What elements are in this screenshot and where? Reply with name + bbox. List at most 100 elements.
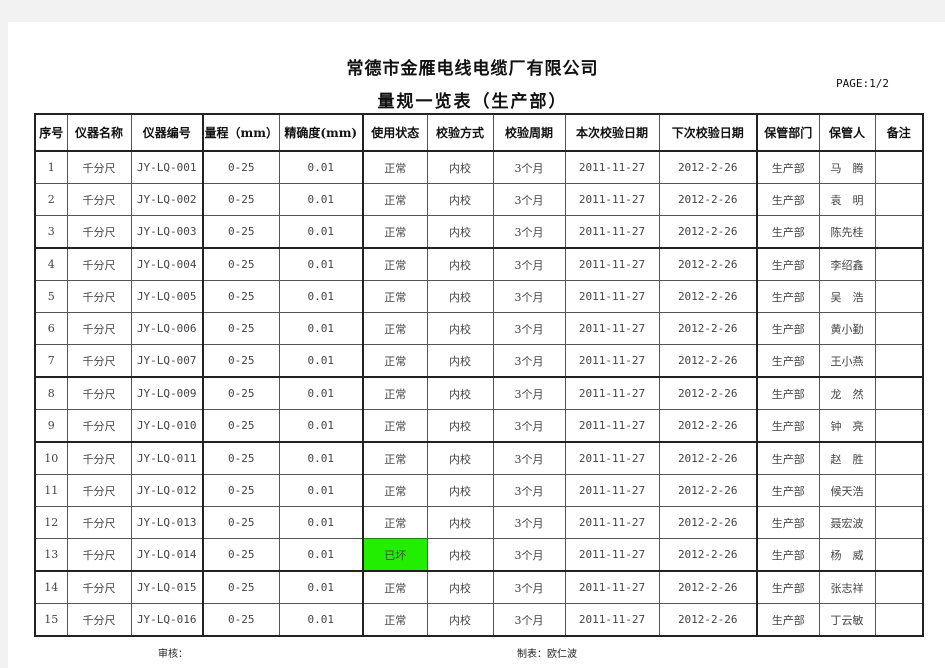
cell-keeper: 赵 胜 [818, 441, 876, 475]
cell-dept: 生产部 [756, 441, 820, 475]
cell-dept: 生产部 [756, 150, 820, 184]
cell-this-date: 2011-11-27 [564, 312, 660, 345]
cell-keeper: 钟 亮 [818, 409, 876, 443]
cell-this-date: 2011-11-27 [564, 570, 660, 604]
cell-cycle: 3个月 [492, 150, 566, 184]
cell-dept: 生产部 [756, 183, 820, 216]
cell-status: 正常 [362, 441, 428, 475]
cell-method: 内校 [426, 570, 494, 604]
cell-dept: 生产部 [756, 603, 820, 637]
cell-this-date: 2011-11-27 [564, 441, 660, 475]
cell-remark [874, 247, 924, 281]
header-cycle: 校验周期 [492, 113, 566, 152]
cell-next-date: 2012-2-26 [658, 474, 758, 507]
cell-dept: 生产部 [756, 280, 820, 313]
cell-remark [874, 150, 924, 184]
reviewer-label: 审核： [158, 649, 188, 660]
cell-status: 正常 [362, 474, 428, 507]
cell-precision: 0.01 [278, 603, 364, 637]
cell-precision: 0.01 [278, 538, 364, 572]
cell-method: 内校 [426, 344, 494, 378]
cell-cycle: 3个月 [492, 247, 566, 281]
table-row: 9 千分尺 JY-LQ-010 0-25 0.01 正常 内校 3个月 2011-11-27 20… [34, 409, 924, 443]
table-row: 7 千分尺 JY-LQ-007 0-25 0.01 正常 内校 3个月 2011-11-27 20… [34, 344, 924, 378]
cell-cycle: 3个月 [492, 570, 566, 604]
cell-no: 14 [34, 570, 68, 604]
table-row: 2 千分尺 JY-LQ-002 0-25 0.01 正常 内校 3个月 2011-11-27 20… [34, 183, 924, 216]
cell-method: 内校 [426, 247, 494, 281]
cell-code: JY-LQ-002 [130, 183, 204, 216]
cell-range: 0-25 [202, 183, 280, 216]
cell-cycle: 3个月 [492, 215, 566, 249]
table-row: 1 千分尺 JY-LQ-001 0-25 0.01 正常 内校 3个月 2011-11-27 20… [34, 150, 924, 184]
cell-cycle: 3个月 [492, 376, 566, 410]
cell-next-date: 2012-2-26 [658, 538, 758, 572]
table-row: 3 千分尺 JY-LQ-003 0-25 0.01 正常 内校 3个月 2011-11-27 20… [34, 215, 924, 249]
cell-method: 内校 [426, 474, 494, 507]
cell-precision: 0.01 [278, 312, 364, 345]
cell-keeper: 陈先桂 [818, 215, 876, 249]
cell-name: 千分尺 [66, 441, 132, 475]
cell-precision: 0.01 [278, 506, 364, 539]
cell-range: 0-25 [202, 474, 280, 507]
cell-this-date: 2011-11-27 [564, 409, 660, 443]
cell-no: 3 [34, 215, 68, 249]
cell-no: 12 [34, 506, 68, 539]
cell-next-date: 2012-2-26 [658, 570, 758, 604]
header-method: 校验方式 [426, 113, 494, 152]
cell-precision: 0.01 [278, 247, 364, 281]
header-code: 仪器编号 [130, 113, 204, 152]
cell-cycle: 3个月 [492, 506, 566, 539]
cell-no: 1 [34, 150, 68, 184]
cell-this-date: 2011-11-27 [564, 247, 660, 281]
cell-cycle: 3个月 [492, 344, 566, 378]
table-row: 4 千分尺 JY-LQ-004 0-25 0.01 正常 内校 3个月 2011-11-27 20… [34, 247, 924, 281]
cell-cycle: 3个月 [492, 538, 566, 572]
cell-code: JY-LQ-011 [130, 441, 204, 475]
cell-name: 千分尺 [66, 247, 132, 281]
cell-keeper: 张志祥 [818, 570, 876, 604]
cell-dept: 生产部 [756, 247, 820, 281]
cell-status: 正常 [362, 215, 428, 249]
cell-method: 内校 [426, 441, 494, 475]
cell-method: 内校 [426, 603, 494, 637]
cell-precision: 0.01 [278, 344, 364, 378]
gauge-list-table: 序号 仪器名称 仪器编号 量程（mm） 精确度(mm) 使用状态 校验方式 校验… [34, 113, 924, 637]
header-this-date: 本次校验日期 [564, 113, 660, 152]
cell-next-date: 2012-2-26 [658, 280, 758, 313]
cell-no: 8 [34, 376, 68, 410]
cell-precision: 0.01 [278, 376, 364, 410]
cell-next-date: 2012-2-26 [658, 506, 758, 539]
cell-dept: 生产部 [756, 474, 820, 507]
cell-range: 0-25 [202, 506, 280, 539]
cell-range: 0-25 [202, 150, 280, 184]
cell-this-date: 2011-11-27 [564, 344, 660, 378]
header-no: 序号 [34, 113, 68, 152]
cell-name: 千分尺 [66, 344, 132, 378]
cell-next-date: 2012-2-26 [658, 344, 758, 378]
cell-status: 正常 [362, 312, 428, 345]
cell-keeper: 丁云敏 [818, 603, 876, 637]
cell-range: 0-25 [202, 409, 280, 443]
cell-remark [874, 215, 924, 249]
cell-no: 11 [34, 474, 68, 507]
header-next-date: 下次校验日期 [658, 113, 758, 152]
cell-range: 0-25 [202, 538, 280, 572]
cell-no: 10 [34, 441, 68, 475]
cell-code: JY-LQ-016 [130, 603, 204, 637]
cell-name: 千分尺 [66, 150, 132, 184]
cell-name: 千分尺 [66, 183, 132, 216]
cell-range: 0-25 [202, 247, 280, 281]
cell-name: 千分尺 [66, 280, 132, 313]
cell-status: 正常 [362, 150, 428, 184]
cell-next-date: 2012-2-26 [658, 441, 758, 475]
cell-code: JY-LQ-007 [130, 344, 204, 378]
cell-this-date: 2011-11-27 [564, 183, 660, 216]
table-row: 14 千分尺 JY-LQ-015 0-25 0.01 正常 内校 3个月 2011-11-27 2… [34, 570, 924, 604]
cell-remark [874, 409, 924, 443]
cell-next-date: 2012-2-26 [658, 409, 758, 443]
cell-dept: 生产部 [756, 312, 820, 345]
header-name: 仪器名称 [66, 113, 132, 152]
cell-keeper: 袁 明 [818, 183, 876, 216]
cell-dept: 生产部 [756, 344, 820, 378]
